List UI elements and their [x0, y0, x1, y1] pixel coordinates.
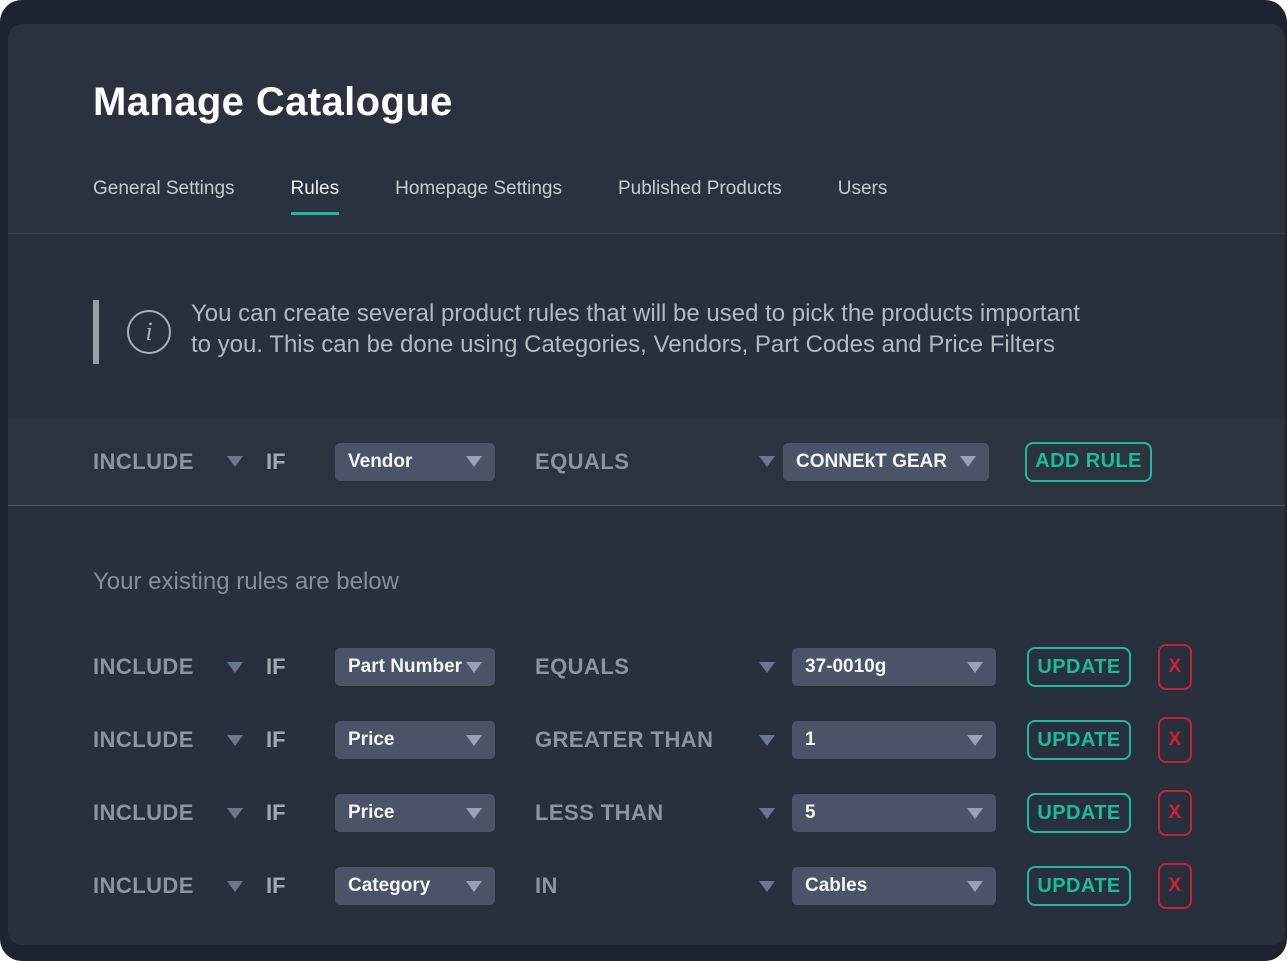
value-select[interactable]: 5 [792, 794, 996, 832]
existing-rules-heading: Your existing rules are below [93, 568, 1285, 596]
chevron-down-icon [967, 808, 983, 819]
tab-general-settings[interactable]: General Settings [93, 178, 235, 215]
value-select[interactable]: 37-0010g [792, 648, 996, 686]
info-icon: i [127, 310, 171, 354]
update-rule-button[interactable]: UPDATE [1027, 866, 1131, 906]
include-select[interactable]: INCLUDE [93, 727, 243, 753]
chevron-down-icon [227, 881, 243, 892]
rule-row: INCLUDE IF Category IN Cables [93, 863, 1285, 909]
operator-label: IN [535, 873, 558, 899]
chevron-down-icon [466, 881, 482, 892]
chevron-down-icon [227, 662, 243, 673]
value-select[interactable]: 1 [792, 721, 996, 759]
update-rule-button[interactable]: UPDATE [1027, 793, 1131, 833]
chevron-down-icon [759, 662, 775, 673]
add-rule-button[interactable]: ADD RULE [1025, 442, 1152, 482]
operator-select[interactable]: IN [535, 873, 775, 899]
info-line-1: You can create several product rules tha… [191, 298, 1080, 329]
delete-rule-button[interactable]: X [1158, 644, 1192, 690]
if-label: IF [266, 654, 298, 680]
operator-select[interactable]: EQUALS [535, 449, 775, 475]
chevron-down-icon [759, 881, 775, 892]
if-label: IF [266, 449, 298, 475]
include-select[interactable]: INCLUDE [93, 873, 243, 899]
chevron-down-icon [759, 456, 775, 467]
tab-homepage-settings[interactable]: Homepage Settings [395, 178, 562, 215]
operator-select[interactable]: EQUALS [535, 654, 775, 680]
value-select[interactable]: CONNEkT GEAR [783, 443, 989, 481]
tab-bar: General Settings Rules Homepage Settings… [93, 178, 1285, 215]
if-label: IF [266, 727, 298, 753]
rules-list: INCLUDE IF Part Number EQUALS 37-0010g [93, 644, 1285, 909]
chevron-down-icon [227, 456, 243, 467]
delete-rule-button[interactable]: X [1158, 790, 1192, 836]
include-select[interactable]: INCLUDE [93, 654, 243, 680]
operator-select[interactable]: LESS THAN [535, 800, 775, 826]
rule-row: INCLUDE IF Price LESS THAN 5 [93, 790, 1285, 836]
chevron-down-icon [759, 808, 775, 819]
include-label: INCLUDE [93, 654, 194, 680]
update-rule-button[interactable]: UPDATE [1027, 647, 1131, 687]
value-text: Cables [805, 875, 867, 897]
rule-row: INCLUDE IF Price GREATER THAN 1 [93, 717, 1285, 763]
if-label: IF [266, 800, 298, 826]
chevron-down-icon [466, 662, 482, 673]
tab-published-products[interactable]: Published Products [618, 178, 782, 215]
manage-catalogue-panel: Manage Catalogue General Settings Rules … [8, 24, 1285, 945]
operator-label: LESS THAN [535, 800, 664, 826]
if-label: IF [266, 873, 298, 899]
existing-rules-section: Your existing rules are below INCLUDE IF… [8, 506, 1285, 945]
update-rule-button[interactable]: UPDATE [1027, 720, 1131, 760]
chevron-down-icon [960, 456, 976, 467]
field-select[interactable]: Category [335, 867, 495, 905]
app-window: Manage Catalogue General Settings Rules … [0, 0, 1287, 961]
operator-select[interactable]: GREATER THAN [535, 727, 775, 753]
value-select[interactable]: Cables [792, 867, 996, 905]
delete-rule-button[interactable]: X [1158, 717, 1192, 763]
rule-builder: INCLUDE IF Vendor EQUALS CONNEkT GEAR AD… [8, 418, 1285, 506]
field-select[interactable]: Part Number [335, 648, 495, 686]
chevron-down-icon [466, 456, 482, 467]
include-label: INCLUDE [93, 873, 194, 899]
field-value: Part Number [348, 656, 462, 678]
tab-rules[interactable]: Rules [291, 178, 340, 215]
field-select[interactable]: Price [335, 721, 495, 759]
chevron-down-icon [227, 735, 243, 746]
builder-row: INCLUDE IF Vendor EQUALS CONNEkT GEAR AD… [93, 442, 1152, 482]
include-select[interactable]: INCLUDE [93, 800, 243, 826]
chevron-down-icon [967, 881, 983, 892]
include-label: INCLUDE [93, 727, 194, 753]
page-title: Manage Catalogue [93, 78, 1285, 126]
value-text: CONNEkT GEAR [796, 451, 947, 473]
chevron-down-icon [466, 808, 482, 819]
delete-rule-button[interactable]: X [1158, 863, 1192, 909]
operator-label: GREATER THAN [535, 727, 713, 753]
field-value: Vendor [348, 451, 412, 473]
include-label: INCLUDE [93, 449, 194, 475]
rule-row: INCLUDE IF Part Number EQUALS 37-0010g [93, 644, 1285, 690]
field-value: Price [348, 802, 394, 824]
value-text: 5 [805, 802, 816, 824]
field-select[interactable]: Vendor [335, 443, 495, 481]
chevron-down-icon [967, 662, 983, 673]
operator-label: EQUALS [535, 654, 629, 680]
tab-users[interactable]: Users [838, 178, 888, 215]
operator-label: EQUALS [535, 449, 629, 475]
header: Manage Catalogue General Settings Rules … [8, 24, 1285, 234]
info-line-2: to you. This can be done using Categorie… [191, 329, 1080, 360]
field-value: Category [348, 875, 430, 897]
field-value: Price [348, 729, 394, 751]
chevron-down-icon [967, 735, 983, 746]
include-select[interactable]: INCLUDE [93, 449, 243, 475]
info-accent-bar [93, 300, 99, 364]
info-section: i You can create several product rules t… [8, 234, 1285, 418]
chevron-down-icon [466, 735, 482, 746]
value-text: 1 [805, 729, 816, 751]
field-select[interactable]: Price [335, 794, 495, 832]
chevron-down-icon [759, 735, 775, 746]
value-text: 37-0010g [805, 656, 886, 678]
include-label: INCLUDE [93, 800, 194, 826]
info-text: You can create several product rules tha… [191, 298, 1080, 360]
chevron-down-icon [227, 808, 243, 819]
